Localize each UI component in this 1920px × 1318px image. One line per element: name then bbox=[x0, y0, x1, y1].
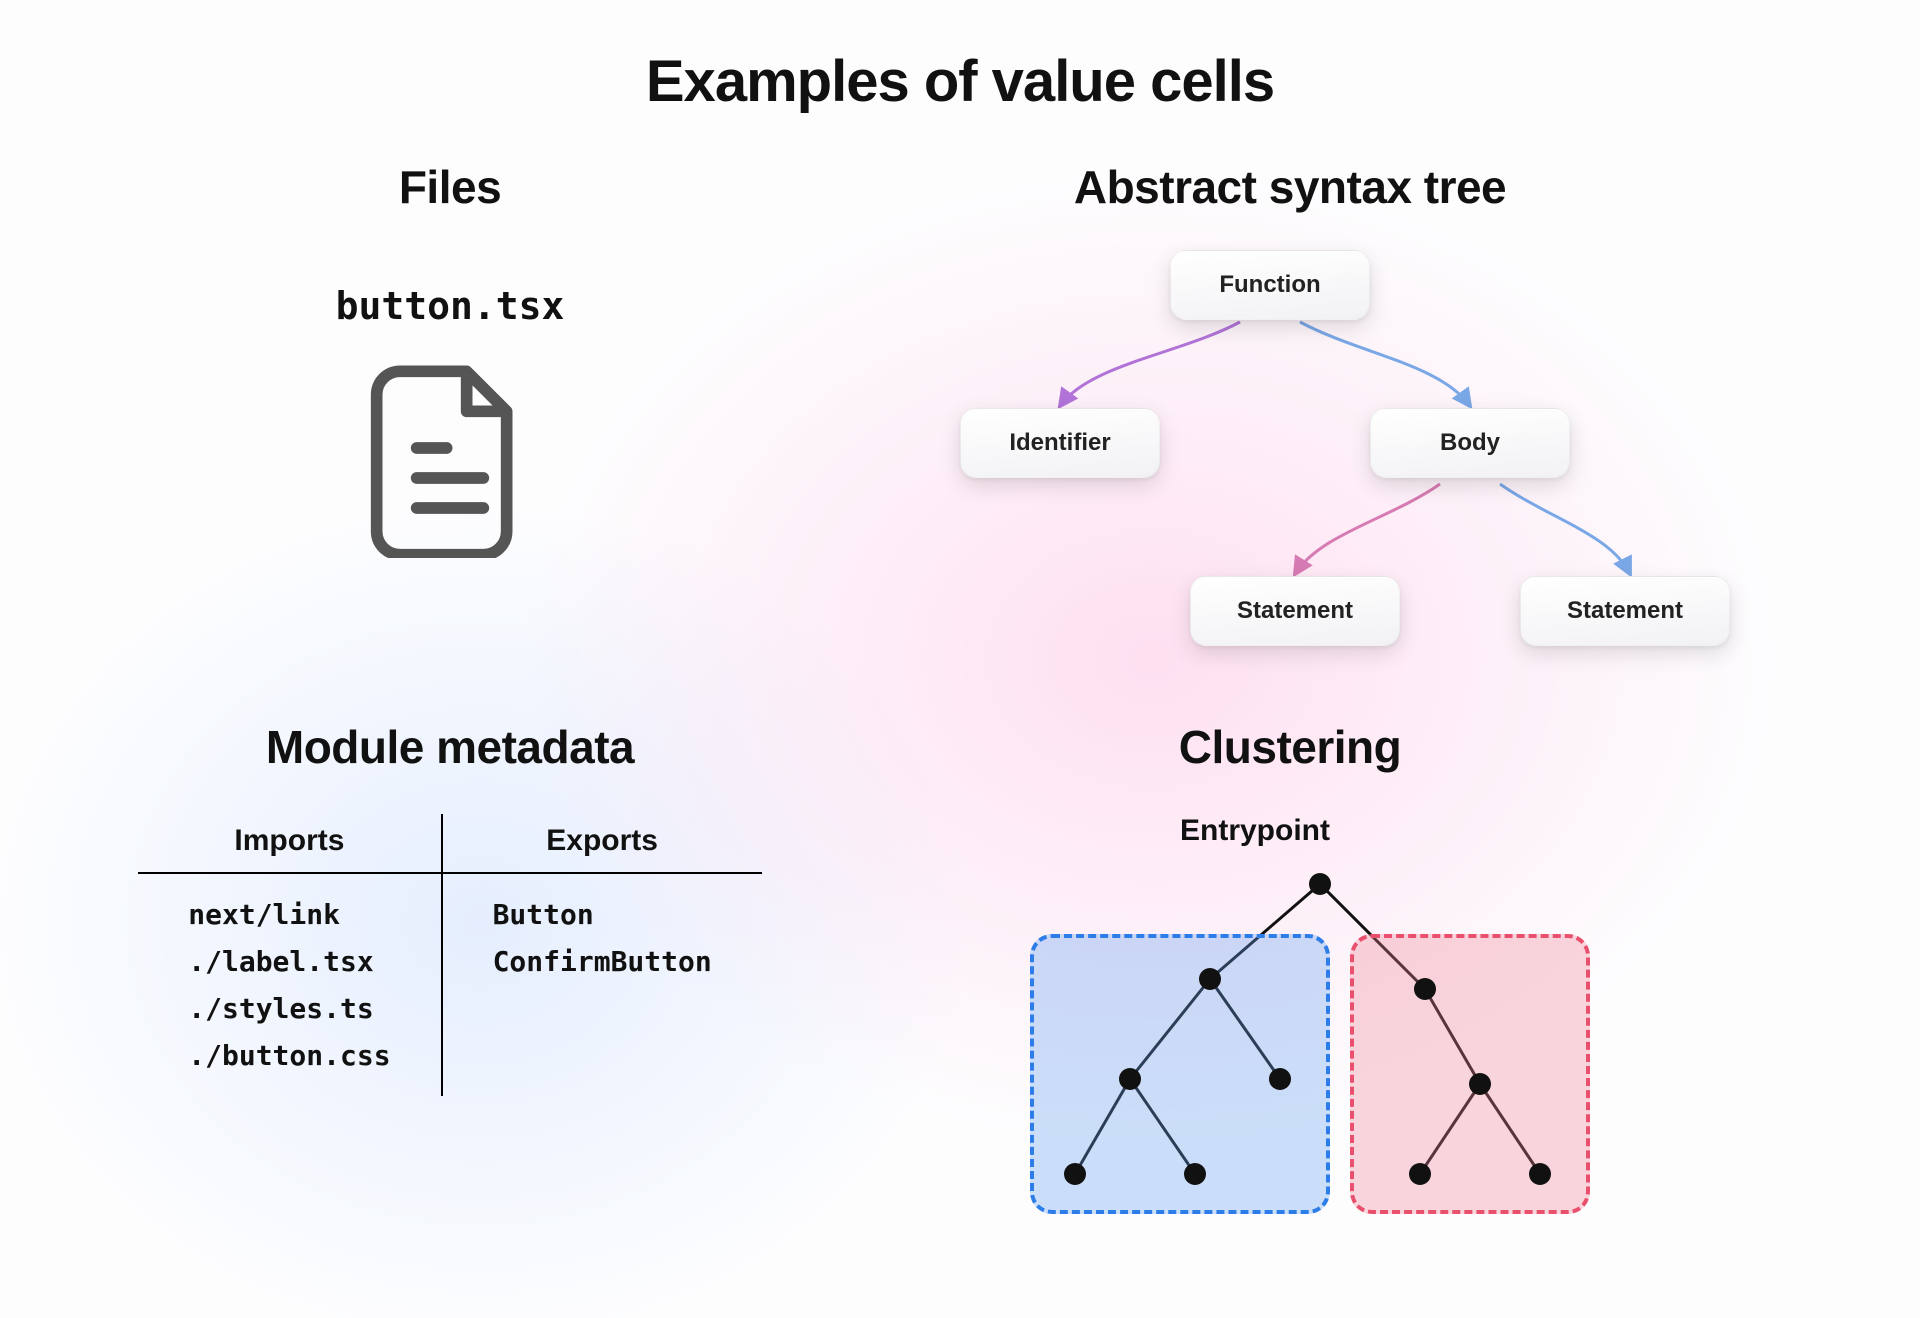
cluster-node bbox=[1184, 1163, 1206, 1185]
cluster-box-red bbox=[1350, 934, 1590, 1214]
ast-node-statement-1: Statement bbox=[1190, 576, 1400, 646]
ast-node-statement-2: Statement bbox=[1520, 576, 1730, 646]
cluster-node bbox=[1119, 1068, 1141, 1090]
cluster-node bbox=[1409, 1163, 1431, 1185]
import-item: ./label.tsx bbox=[188, 945, 390, 978]
files-heading: Files bbox=[399, 160, 501, 214]
filename-label: button.tsx bbox=[336, 284, 565, 328]
metadata-section: Module metadata Imports Exports next/lin… bbox=[100, 720, 800, 1096]
cluster-node bbox=[1414, 978, 1436, 1000]
clustering-heading: Clustering bbox=[1179, 720, 1401, 774]
page-title: Examples of value cells bbox=[0, 48, 1920, 115]
files-section: Files button.tsx bbox=[140, 160, 760, 558]
cluster-node bbox=[1269, 1068, 1291, 1090]
clustering-section: Clustering Entrypoint bbox=[920, 720, 1660, 1234]
ast-node-function: Function bbox=[1170, 250, 1370, 320]
exports-list: Button ConfirmButton bbox=[493, 898, 712, 978]
ast-node-identifier: Identifier bbox=[960, 408, 1160, 478]
import-item: next/link bbox=[188, 898, 390, 931]
cluster-node-root bbox=[1309, 873, 1331, 895]
metadata-table: Imports Exports next/link ./label.tsx ./… bbox=[138, 814, 761, 1096]
imports-header: Imports bbox=[138, 814, 441, 873]
cluster-node bbox=[1529, 1163, 1551, 1185]
export-item: ConfirmButton bbox=[493, 945, 712, 978]
cluster-node bbox=[1064, 1163, 1086, 1185]
export-item: Button bbox=[493, 898, 712, 931]
metadata-heading: Module metadata bbox=[266, 720, 634, 774]
exports-header: Exports bbox=[442, 814, 762, 873]
cluster-node bbox=[1469, 1073, 1491, 1095]
import-item: ./styles.ts bbox=[188, 992, 390, 1025]
import-item: ./button.css bbox=[188, 1039, 390, 1072]
file-icon bbox=[365, 358, 535, 558]
imports-list: next/link ./label.tsx ./styles.ts ./butt… bbox=[188, 898, 390, 1072]
ast-section: Abstract syntax tree Funct bbox=[840, 160, 1740, 664]
ast-heading: Abstract syntax tree bbox=[1074, 160, 1506, 214]
ast-node-body: Body bbox=[1370, 408, 1570, 478]
cluster-node bbox=[1199, 968, 1221, 990]
